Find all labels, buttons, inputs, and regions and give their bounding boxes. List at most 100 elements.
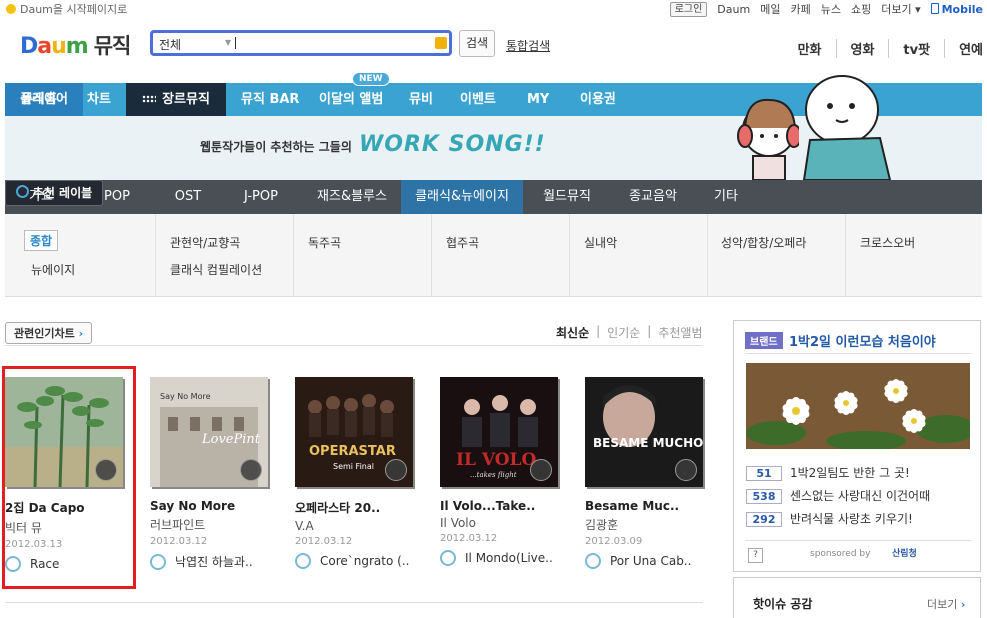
headphone-icon (440, 550, 456, 566)
headphone-icon[interactable] (675, 459, 697, 481)
album-track[interactable]: Il Mondo(Live.. (440, 550, 564, 566)
sort-options: 최신순 | 인기순 | 추천앨범 (556, 324, 703, 341)
album-title[interactable]: Besame Muc.. (585, 499, 709, 513)
headphone-icon[interactable] (385, 459, 407, 481)
search-input[interactable] (235, 37, 236, 49)
nav-music-bar[interactable]: 뮤직 BAR (241, 83, 299, 116)
nav-chart[interactable]: 차트 (87, 83, 111, 116)
daum-link[interactable]: Daum (717, 3, 750, 16)
service-movie[interactable]: 영화 (835, 39, 874, 58)
genre-kpop[interactable]: 가요 (5, 180, 77, 214)
album-card[interactable]: IL VOLO ...takes flight Il Volo...Take..… (440, 377, 564, 566)
genre-religious[interactable]: 종교음악 (611, 180, 695, 214)
shopping-link[interactable]: 쇼핑 (851, 1, 871, 17)
headphone-icon[interactable] (530, 459, 552, 481)
search-category-select[interactable]: 전체 (159, 36, 181, 53)
sun-icon (6, 4, 16, 14)
set-homepage-link[interactable]: Daum을 시작페이지로 (6, 1, 127, 17)
genre-classic-newage[interactable]: 클래식&뉴에이지 (401, 180, 523, 214)
album-artist[interactable]: Il Volo (440, 516, 564, 530)
genre-jpop[interactable]: J-POP (219, 180, 303, 214)
nav-music-video[interactable]: 뮤비 (409, 83, 433, 116)
album-title[interactable]: 오페라스타 20.. (295, 499, 419, 516)
album-artist[interactable]: 김광훈 (585, 516, 709, 533)
mobile-link[interactable]: Mobile (930, 2, 983, 16)
search-box: 전체 ▼ (150, 30, 452, 56)
top-bar: Daum을 시작페이지로 로그인 Daum 메일 카페 뉴스 쇼핑 더보기 ▾ … (0, 0, 987, 18)
album-card[interactable]: BESAME MUCHO Besame Muc.. 김광훈 2012.03.09… (585, 377, 709, 569)
subgenre-all[interactable]: 종합 (24, 230, 59, 251)
album-card[interactable]: OPERASTAR Semi Final 오페라스타 20.. V.A 2012… (295, 377, 419, 569)
related-chart-button[interactable]: 관련인기차트 › (5, 322, 93, 344)
news-link[interactable]: 뉴스 (821, 1, 841, 17)
album-cover[interactable]: Say No More LovePint (150, 377, 268, 487)
genre-etc[interactable]: 기타 (695, 180, 757, 214)
nav-event[interactable]: 이벤트 (460, 83, 496, 116)
subgenre-newage[interactable]: 뉴에이지 (31, 261, 75, 278)
album-date: 2012.03.12 (440, 533, 498, 544)
headphone-icon (150, 554, 166, 570)
subgenre-chamber[interactable]: 실내악 (584, 234, 617, 251)
svg-text:...takes flight: ...takes flight (470, 471, 517, 479)
svg-text:OPERASTAR: OPERASTAR (309, 444, 396, 459)
genre-ost[interactable]: OST (157, 180, 219, 214)
subgenre-compilation[interactable]: 클래식 컴필레이션 (170, 261, 262, 278)
subgenre-vocal[interactable]: 성악/합창/오페라 (721, 234, 806, 251)
service-entertainment[interactable]: 연예 (944, 39, 983, 58)
nav-music-home[interactable]: 뮤직홈 (21, 83, 57, 116)
brand-item[interactable]: 538 센스없는 사랑대신 이건어때 (746, 487, 930, 504)
hot-issue-more-link[interactable]: 더보기 › (927, 596, 965, 612)
genre-world[interactable]: 월드뮤직 (523, 180, 611, 214)
nav-album-of-month[interactable]: 이달의 앨범 (319, 83, 383, 116)
brand-title[interactable]: 1박2일 이런모습 처음이야 (789, 331, 936, 350)
album-track[interactable]: 낙엽진 하늘과.. (150, 553, 274, 570)
album-cover[interactable]: BESAME MUCHO (585, 377, 703, 487)
headphone-icon[interactable] (240, 459, 262, 481)
hot-issue-title: 핫이슈 공감 (753, 597, 813, 611)
highlight-box (2, 366, 136, 589)
service-comics[interactable]: 만화 (798, 39, 822, 58)
service-tvpot[interactable]: tv팟 (888, 39, 930, 58)
subgenre-orchestral[interactable]: 관현악/교향곡 (170, 234, 240, 251)
search-button[interactable]: 검색 (459, 30, 495, 57)
album-title[interactable]: Il Volo...Take.. (440, 499, 564, 513)
flowers-image[interactable] (746, 363, 970, 449)
help-icon[interactable]: ? (748, 548, 763, 563)
sponsor-logo[interactable]: 산림청 (892, 546, 917, 559)
svg-text:LovePint: LovePint (201, 432, 261, 447)
album-cover[interactable]: OPERASTAR Semi Final (295, 377, 413, 487)
album-card[interactable]: Say No More LovePint Say No More 러브파인트 2… (150, 377, 274, 570)
search-suggest-toggle[interactable] (435, 37, 447, 49)
sort-latest[interactable]: 최신순 (556, 324, 589, 341)
daum-music-logo[interactable]: Daum 뮤직 (20, 30, 131, 60)
phone-icon (930, 2, 939, 14)
album-cover[interactable]: IL VOLO ...takes flight (440, 377, 558, 487)
album-track[interactable]: Por Una Cab.. (585, 553, 709, 569)
genre-pop[interactable]: POP (77, 180, 157, 214)
album-artist[interactable]: 러브파인트 (150, 516, 274, 533)
brand-item[interactable]: 292 반려식물 사랑초 키우기! (746, 510, 913, 527)
subgenre-solo[interactable]: 독주곡 (308, 234, 341, 251)
more-link[interactable]: 더보기 ▾ (881, 1, 920, 17)
subgenre-crossover[interactable]: 크로스오버 (860, 234, 915, 251)
sort-recommended[interactable]: 추천앨범 (658, 324, 702, 341)
cafe-link[interactable]: 카페 (790, 1, 810, 17)
nav-subscription[interactable]: 이용권 (580, 83, 616, 116)
album-date: 2012.03.12 (150, 536, 208, 547)
nav-my[interactable]: MY (527, 83, 549, 116)
sort-popular[interactable]: 인기순 (607, 324, 640, 341)
album-track[interactable]: Core`ngrato (.. (295, 553, 419, 569)
album-artist[interactable]: V.A (295, 519, 419, 533)
genre-jazz-blues[interactable]: 재즈&블루스 (303, 180, 401, 214)
brand-item[interactable]: 51 1박2일팀도 반한 그 곳! (746, 464, 910, 481)
login-button[interactable]: 로그인 (669, 1, 708, 17)
subgenre-concerto[interactable]: 협주곡 (446, 234, 479, 251)
nav-genre-music[interactable]: 장르뮤직 (126, 83, 226, 116)
webtoon-character-right (802, 75, 892, 180)
sponsored-label: sponsored by (810, 549, 871, 559)
dots-icon (142, 95, 157, 103)
mail-link[interactable]: 메일 (760, 1, 780, 17)
album-title[interactable]: Say No More (150, 499, 274, 513)
integrated-search-link[interactable]: 통합검색 (506, 37, 550, 54)
chevron-down-icon: ▾ (915, 3, 921, 16)
